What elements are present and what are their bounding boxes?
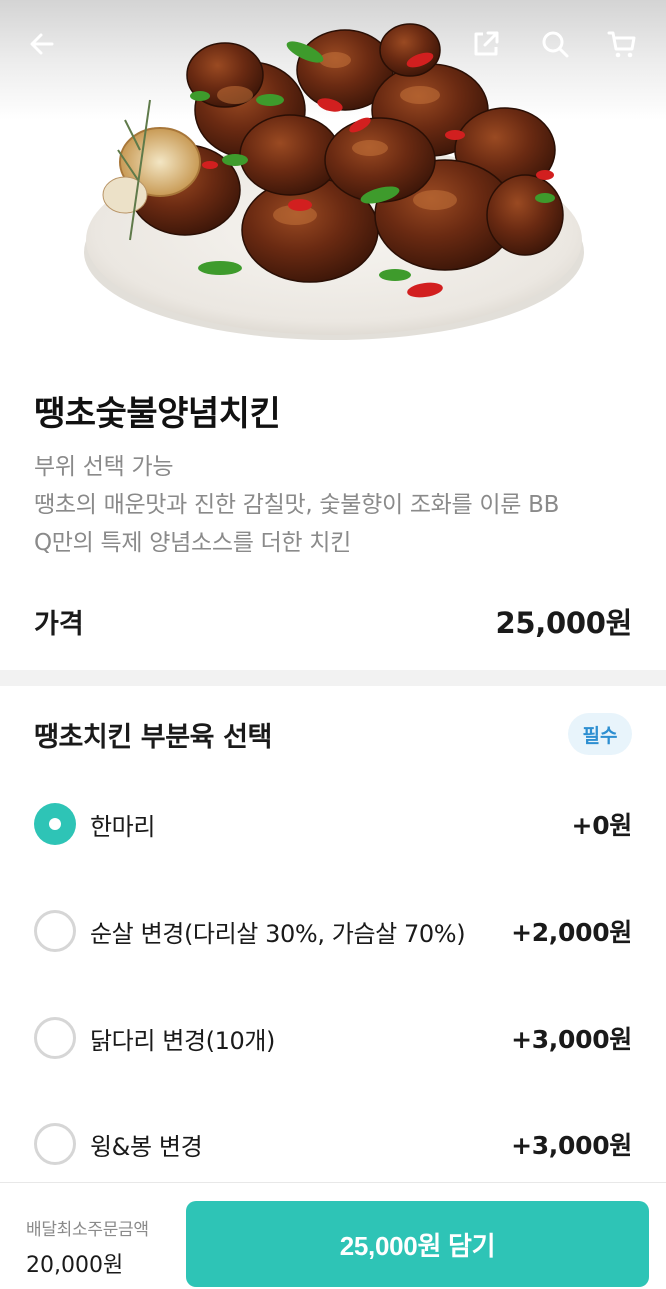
- required-badge: 필수: [568, 713, 632, 755]
- section-divider: [0, 670, 666, 686]
- radio-selected[interactable]: [34, 803, 76, 845]
- description-line: 부위 선택 가능: [34, 454, 174, 480]
- product-description: 부위 선택 가능 땡초의 매운맛과 진한 감칠맛, 숯불향이 조화를 이룬 BB…: [34, 448, 634, 562]
- option-price: +0원: [571, 811, 633, 840]
- price-label: 가격: [34, 608, 84, 640]
- cart-button[interactable]: [600, 22, 644, 66]
- option-price: +3,000원: [511, 1025, 632, 1054]
- price-value: 25,000원: [495, 606, 633, 640]
- option-label: 한마리: [90, 812, 156, 841]
- product-title: 땡초숯불양념치킨: [34, 394, 281, 434]
- min-order-value: 20,000원: [26, 1253, 124, 1278]
- bottom-bar: 배달최소주문금액 20,000원 25,000원 담기: [0, 1182, 666, 1289]
- option-wing[interactable]: 윙&봉 변경 +3,000원: [34, 1116, 632, 1172]
- description-line: 땡초의 매운맛과 진한 감칠맛, 숯불향이 조화를 이룬 BB: [34, 492, 560, 518]
- min-order-label: 배달최소주문금액: [26, 1220, 149, 1240]
- arrow-left-icon: [30, 33, 54, 55]
- option-label: 순살 변경(다리살 30%, 가슴살 70%): [90, 919, 466, 948]
- option-boneless[interactable]: 순살 변경(다리살 30%, 가슴살 70%) +2,000원: [34, 903, 632, 959]
- search-button[interactable]: [533, 22, 577, 66]
- radio-unselected[interactable]: [34, 910, 76, 952]
- search-icon: [542, 31, 569, 58]
- option-price: +3,000원: [511, 1131, 632, 1160]
- radio-unselected[interactable]: [34, 1017, 76, 1059]
- price-row: 가격 25,000원: [34, 600, 632, 642]
- back-button[interactable]: [20, 22, 64, 66]
- option-label: 윙&봉 변경: [90, 1132, 203, 1161]
- product-image: [0, 0, 666, 358]
- cart-icon: [607, 31, 636, 58]
- option-price: +2,000원: [511, 918, 632, 947]
- option-whole-chicken[interactable]: 한마리 +0원: [34, 796, 632, 852]
- description-line: Q만의 특제 양념소스를 더한 치킨: [34, 530, 352, 556]
- option-group-title: 땡초치킨 부분육 선택: [34, 722, 272, 753]
- option-drumstick[interactable]: 닭다리 변경(10개) +3,000원: [34, 1010, 632, 1066]
- share-button[interactable]: [464, 22, 508, 66]
- share-icon: [474, 31, 499, 56]
- radio-unselected[interactable]: [34, 1123, 76, 1165]
- option-label: 닭다리 변경(10개): [90, 1026, 275, 1055]
- add-to-cart-button[interactable]: 25,000원 담기: [186, 1201, 649, 1287]
